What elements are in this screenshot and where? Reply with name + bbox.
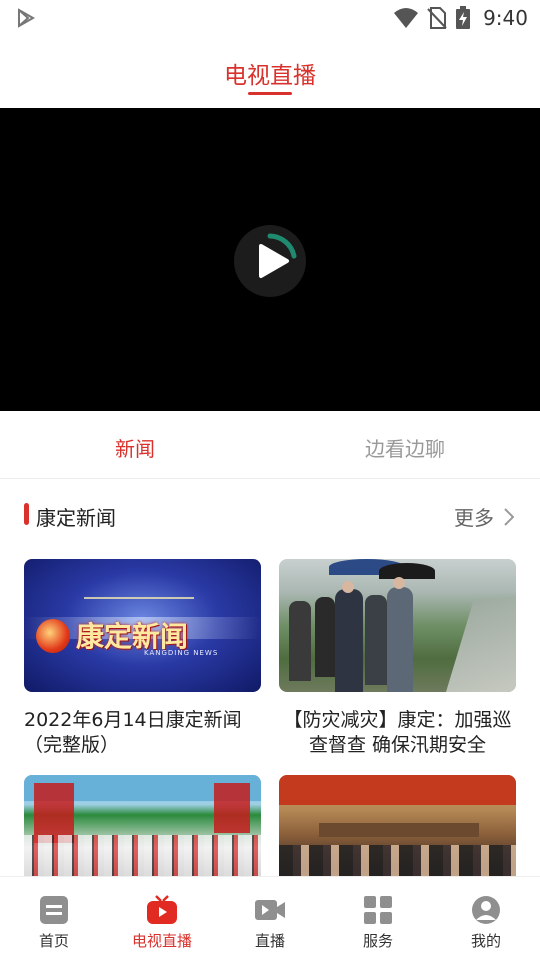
wifi-icon — [394, 8, 419, 28]
nav-label: 我的 — [470, 932, 501, 950]
news-title: 2022年6月14日康定新闻（完整版） — [24, 709, 242, 756]
news-card[interactable]: 康定新闻 KANGDING NEWS 2022年6月14日康定新闻（完整版） — [24, 559, 261, 758]
nav-live[interactable]: 直播 — [216, 877, 324, 960]
more-label: 更多 — [454, 506, 494, 530]
nav-label: 直播 — [254, 932, 285, 950]
battery-charging-icon — [456, 6, 471, 29]
news-thumbnail — [279, 559, 516, 692]
bottom-nav: 首页 电视直播 直播 服务 我的 — [0, 876, 540, 960]
title-underline — [248, 92, 292, 95]
video-camera-icon — [255, 900, 285, 920]
tab-watch-and-chat[interactable]: 边看边聊 — [270, 433, 540, 462]
no-sim-icon — [427, 7, 447, 29]
tv-icon — [147, 895, 177, 924]
nav-label: 服务 — [362, 932, 393, 950]
video-player[interactable] — [0, 108, 540, 411]
news-thumbnail: 康定新闻 KANGDING NEWS — [24, 559, 261, 692]
nav-profile[interactable]: 我的 — [432, 877, 540, 960]
chevron-right-icon — [504, 507, 514, 526]
section-accent-bar — [24, 503, 29, 525]
tab-news[interactable]: 新闻 — [0, 433, 270, 462]
nav-label: 电视直播 — [131, 932, 192, 950]
nav-services[interactable]: 服务 — [324, 877, 432, 960]
profile-icon — [472, 896, 500, 924]
clock-time: 9:40 — [483, 6, 528, 30]
news-title: 【防灾减灾】康定：加强巡查督查 确保汛期安全 — [283, 709, 512, 756]
home-icon — [40, 896, 68, 924]
content-tabs: 新闻 边看边聊 — [0, 411, 540, 479]
nav-home[interactable]: 首页 — [0, 877, 108, 960]
thumb-subtitle: KANGDING NEWS — [144, 649, 219, 657]
app-header: 电视直播 — [0, 36, 540, 106]
status-bar: 9:40 — [0, 0, 540, 36]
play-icon[interactable] — [233, 224, 307, 298]
nav-tv-live[interactable]: 电视直播 — [108, 877, 216, 960]
page-title: 电视直播 — [224, 63, 316, 89]
more-link[interactable]: 更多 — [454, 502, 514, 531]
play-store-icon — [18, 8, 36, 28]
grid-icon — [364, 896, 392, 924]
nav-label: 首页 — [38, 932, 69, 950]
section-title: 康定新闻 — [36, 506, 116, 530]
section-header: 康定新闻 更多 — [0, 490, 540, 540]
news-card[interactable]: 【防灾减灾】康定：加强巡查督查 确保汛期安全 — [279, 559, 516, 758]
